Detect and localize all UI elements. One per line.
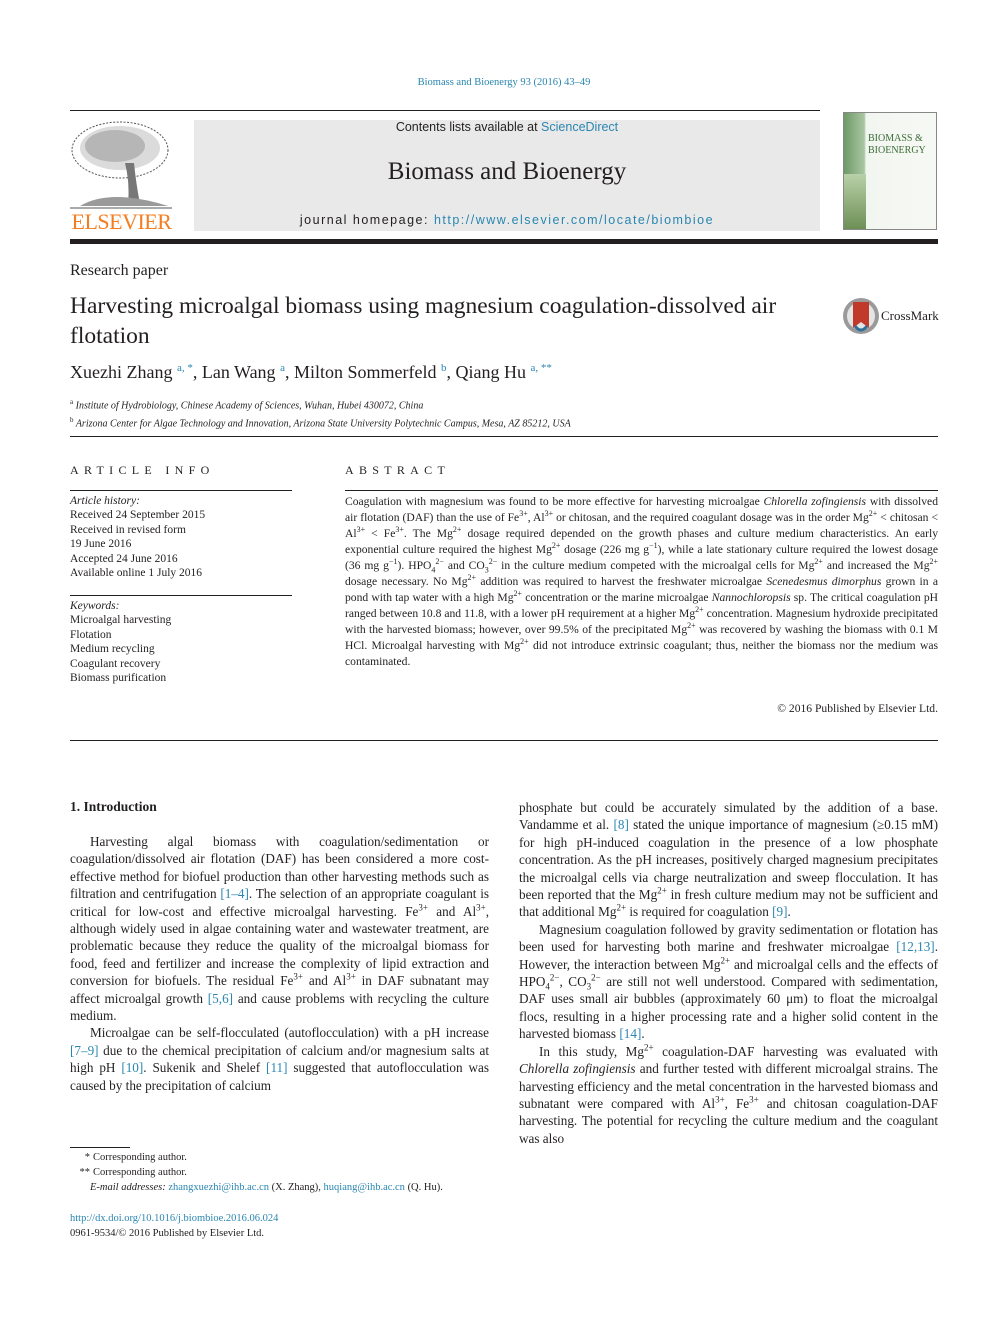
homepage-link[interactable]: http://www.elsevier.com/locate/biombioe [434, 213, 714, 227]
contents-prefix: Contents lists available at [395, 120, 542, 134]
keyword: Microalgal harvesting [70, 614, 172, 627]
abstract-copyright: © 2016 Published by Elsevier Ltd. [777, 702, 938, 715]
journal-name: Biomass and Bioenergy [387, 158, 627, 185]
keywords-label: Keywords: [70, 600, 120, 612]
footnote-rule [70, 1147, 130, 1148]
divider [345, 490, 938, 491]
sciencedirect-link[interactable]: ScienceDirect [541, 120, 618, 134]
footnote: ** Corresponding author. [79, 1167, 187, 1178]
author[interactable]: Milton Sommerfeld b [294, 362, 447, 382]
footnotes: * Corresponding author. ** Corresponding a… [70, 1150, 443, 1195]
body-column-right: phosphate but could be accurately simula… [519, 799, 938, 1147]
history-item: Received 24 September 2015 [70, 509, 206, 522]
paragraph: Harvesting algal biomass with coagulatio… [70, 834, 490, 1024]
contents-line: Contents lists available at ScienceDirec… [194, 120, 820, 134]
journal-banner: Contents lists available at ScienceDirec… [194, 120, 820, 231]
footnote: * Corresponding author. [84, 1152, 187, 1163]
author-list: Xuezhi Zhang a, *, Lan Wang a, Milton So… [70, 362, 552, 382]
homepage-prefix: journal homepage: [299, 213, 434, 227]
crossmark-icon [843, 298, 879, 334]
divider [70, 595, 292, 596]
body-column-left: Harvesting algal biomass with coagulatio… [70, 833, 489, 1094]
abstract-text: Coagulation with magnesium was found to … [345, 495, 939, 668]
paragraph: Magnesium coagulation followed by gravit… [519, 921, 938, 1042]
author[interactable]: Lan Wang a [202, 362, 285, 382]
history-item: Available online 1 July 2016 [70, 567, 203, 580]
keyword: Medium recycling [70, 643, 155, 656]
citation-link[interactable]: [12,13] [896, 939, 934, 954]
header-thick-rule [70, 239, 938, 244]
article-info-heading: ARTICLE INFO [70, 463, 215, 477]
divider [70, 740, 938, 741]
citation-link[interactable]: [14] [619, 1026, 641, 1041]
history-item: Accepted 24 June 2016 [70, 552, 178, 565]
citation-link[interactable]: [8] [613, 817, 628, 832]
section-heading: 1. Introduction [70, 799, 157, 814]
paragraph: phosphate but could be accurately simula… [519, 800, 939, 920]
cover-title: BIOMASS & BIOENERGY [868, 133, 926, 156]
article-title: Harvesting microalgal biomass using magn… [70, 293, 777, 349]
homepage-line: journal homepage: http://www.elsevier.co… [194, 213, 820, 227]
crossmark-label: CrossMark [881, 308, 939, 323]
email-link[interactable]: huqiang@ihb.ac.cn [324, 1182, 405, 1193]
paragraph: Microalgae can be self-flocculated (auto… [70, 1025, 489, 1093]
keywords: Keywords: Microalgal harvesting Flotatio… [70, 599, 171, 685]
crossmark-button[interactable]: CrossMark [841, 296, 941, 336]
divider [70, 490, 292, 491]
journal-cover-thumbnail[interactable]: BIOMASS & BIOENERGY [843, 112, 937, 230]
article-type: Research paper [70, 262, 169, 279]
citation-link[interactable]: [1–4] [220, 886, 249, 901]
affiliation: b Arizona Center for Algae Technology an… [70, 416, 571, 430]
citation-link[interactable]: [9] [772, 904, 787, 919]
journal-citation-link[interactable]: Biomass and Bioenergy 93 (2016) 43–49 [0, 77, 992, 88]
cover-image [844, 174, 866, 229]
citation-link[interactable]: [5,6] [208, 991, 233, 1006]
author[interactable]: Qiang Hu a, ** [455, 362, 551, 382]
email-line: E-mail addresses: zhangxuezhi@ihb.ac.cn … [90, 1182, 443, 1193]
history-item: 19 June 2016 [70, 538, 132, 551]
email-link[interactable]: zhangxuezhi@ihb.ac.cn [168, 1182, 269, 1193]
affiliation: a Institute of Hydrobiology, Chinese Aca… [70, 398, 424, 412]
article-history: Article history: Received 24 September 2… [70, 494, 205, 580]
divider [70, 436, 938, 437]
affiliations: a Institute of Hydrobiology, Chinese Aca… [70, 395, 571, 432]
author[interactable]: Xuezhi Zhang a, * [70, 362, 193, 382]
history-label: Article history: [70, 495, 140, 507]
keyword: Coagulant recovery [70, 657, 161, 670]
citation-link[interactable]: [11] [266, 1060, 287, 1075]
elsevier-logo-text: ELSEVIER [71, 209, 172, 234]
keyword: Flotation [70, 628, 112, 641]
header-rule [70, 110, 820, 111]
elsevier-tree-icon [70, 121, 172, 209]
citation-link[interactable]: [7–9] [70, 1043, 99, 1058]
paragraph: In this study, Mg2+ coagulation-DAF harv… [519, 1042, 938, 1146]
abstract-heading: ABSTRACT [345, 463, 451, 477]
issn-line: 0961-9534/© 2016 Published by Elsevier L… [70, 1228, 265, 1239]
keyword: Biomass purification [70, 672, 167, 685]
doi-link[interactable]: http://dx.doi.org/10.1016/j.biombioe.201… [70, 1211, 278, 1226]
doi-block: http://dx.doi.org/10.1016/j.biombioe.201… [70, 1211, 278, 1241]
citation-link[interactable]: [10] [121, 1060, 143, 1075]
history-item: Received in revised form [70, 523, 186, 536]
